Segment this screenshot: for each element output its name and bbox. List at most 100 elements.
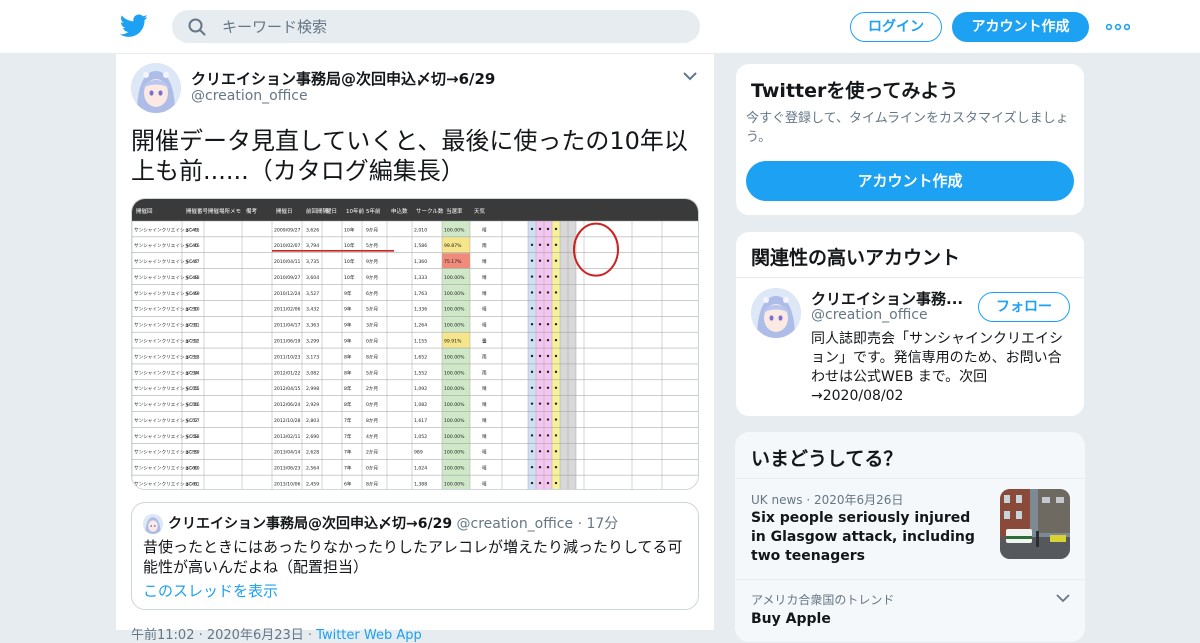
source-link[interactable]: Twitter Web App: [316, 628, 422, 643]
sheet-cell-rate: 100.00%: [444, 354, 465, 360]
hall-usage-dot: [546, 227, 550, 231]
author-handle[interactable]: @creation_office: [191, 88, 308, 104]
hall-usage-dot: [538, 370, 542, 374]
author-avatar[interactable]: [131, 63, 181, 113]
hall-usage-dot: [538, 386, 542, 389]
hall-usage-dot: [554, 275, 558, 278]
sheet-cell-10y: 8年: [344, 369, 352, 376]
sheet-cell-interval: 3,794: [306, 243, 319, 249]
related-account-handle[interactable]: @creation_office: [811, 307, 928, 323]
sheet-cell-code: SC53: [186, 354, 198, 360]
sheet-cell-count: 1,360: [414, 259, 427, 265]
sheet-header-cell: サークル数: [416, 207, 444, 215]
sheet-cell-5y: 8か月: [366, 480, 378, 487]
chevron-down-icon[interactable]: [1056, 593, 1070, 603]
sheet-cell-code: SC57: [186, 418, 198, 424]
red-circle-annotation: [573, 222, 619, 277]
hall-usage-dot: [546, 275, 550, 278]
more-options-icon[interactable]: [1106, 22, 1130, 32]
signup-card-button[interactable]: アカウント作成: [746, 161, 1074, 201]
top-bar: ログイン アカウント作成: [0, 0, 1200, 54]
author-name[interactable]: クリエイション事務局@次回申込〆切→6/29: [191, 68, 495, 89]
timestamp-text: 午前11:02 · 2020年6月23日 ·: [131, 628, 317, 643]
sheet-cell-weather: 雨: [482, 354, 487, 360]
sheet-cell-10y: 10年: [344, 226, 355, 233]
hall-usage-dot: [554, 227, 558, 231]
search-input[interactable]: [222, 10, 682, 43]
sheet-cell-interval: 2,628: [306, 450, 319, 456]
news-trend-item[interactable]: UK news · 2020年6月26日 Six people seriousl…: [736, 479, 1084, 579]
sheet-cell-10y: 10年: [344, 242, 355, 249]
sheet-header-cell: 開催回: [136, 207, 153, 215]
sheet-cell-10y: 10年: [344, 274, 355, 281]
hall-usage-dot: [554, 338, 558, 342]
sheet-cell-10y: 7年: [344, 433, 352, 440]
sheet-cell-weather: 晴: [482, 480, 487, 487]
sheet-cell-interval: 2,690: [306, 434, 319, 440]
sheet-cell-date: 2010/09/27: [274, 275, 301, 281]
related-account-name[interactable]: クリエイション事務...: [811, 288, 963, 309]
hall-usage-dot: [530, 323, 534, 326]
sheet-header-cell: 申込数: [391, 207, 408, 215]
sheet-cell-weather: 雨: [482, 370, 487, 376]
hall-usage-dot: [546, 402, 550, 405]
sheet-cell-rate: 100.00%: [444, 227, 465, 233]
sheet-cell-interval: 3,363: [306, 323, 319, 329]
quoted-tweet[interactable]: クリエイション事務局@次回申込〆切→6/29 @creation_office …: [131, 502, 699, 610]
sheet-header-cell: 備考: [246, 207, 258, 215]
sheet-cell-5y: 2か月: [366, 449, 378, 456]
sheet-cell-date: 2012/10/28: [274, 418, 301, 424]
hall-usage-dot: [546, 370, 550, 374]
sheet-cell-weather: 晴: [482, 306, 487, 313]
hall-usage-dot: [554, 386, 558, 389]
twitter-bird-icon[interactable]: [120, 14, 148, 38]
tweet-column: クリエイション事務局@次回申込〆切→6/29 @creation_office …: [115, 54, 715, 643]
hall-usage-dot: [538, 227, 542, 231]
sheet-cell-count: 1,388: [414, 481, 427, 487]
follow-button[interactable]: フォロー: [978, 292, 1070, 322]
spreadsheet-screenshot: 開催回 開催番号 開催場所メモ 備考 開催日 前回間隔曜日 10年前 5年前 申込数 サークル数当…: [132, 199, 698, 489]
sheet-cell-date: 2011/06/19: [274, 339, 301, 345]
hall-usage-dot: [554, 402, 558, 405]
sheet-cell-count: 1,024: [414, 466, 427, 472]
quoted-author-name: クリエイション事務局@次回申込〆切→6/29: [168, 516, 453, 532]
sheet-cell-10y: 8年: [344, 353, 352, 360]
sheet-cell-rate: 100.00%: [444, 275, 465, 281]
divider: [736, 579, 1084, 580]
hall-usage-dot: [530, 243, 534, 247]
avatar-illustration: [143, 514, 163, 534]
sheet-cell-code: SC56: [186, 402, 198, 408]
sheet-cell-weather: 晴: [482, 385, 487, 392]
sheet-cell-5y: 9か月: [366, 258, 378, 265]
sheet-cell-date: 2013/10/06: [274, 481, 301, 487]
search-box[interactable]: [172, 10, 700, 43]
signup-button[interactable]: アカウント作成: [952, 12, 1089, 42]
hall-usage-dot: [530, 434, 534, 437]
related-account-avatar[interactable]: [751, 288, 801, 338]
sheet-cell-date: 2013/04/14: [274, 450, 301, 456]
chevron-down-icon[interactable]: [682, 70, 698, 82]
sheet-cell-code: SC48: [186, 275, 198, 281]
separator-dot: ·: [577, 516, 583, 532]
sheet-cell-interval: 3,299: [306, 339, 319, 345]
sheet-cell-code: SC60: [186, 466, 198, 472]
tweet-media-image[interactable]: 開催回 開催番号 開催場所メモ 備考 開催日 前回間隔 曜日 10年前 5年前 申込数 サークル数当…: [131, 198, 699, 490]
sheet-cell-code: SC49: [186, 291, 198, 297]
sheet-cell-5y: 5か月: [366, 242, 378, 249]
sheet-cell-rate: 100.00%: [444, 450, 465, 456]
sheet-cell-rate: 100.00%: [444, 481, 465, 487]
avatar-illustration: [751, 288, 801, 338]
sheet-cell-5y: 2か月: [366, 385, 378, 392]
sheet-cell-weather: 晴: [482, 401, 487, 408]
sheet-cell-interval: 3,604: [306, 275, 319, 281]
sheet-cell-weather: 晴: [482, 433, 487, 440]
hall-usage-dot: [538, 481, 542, 485]
login-button[interactable]: ログイン: [850, 12, 942, 42]
quoted-tweet-header: クリエイション事務局@次回申込〆切→6/29 @creation_office …: [168, 513, 618, 533]
hall-usage-dot: [530, 465, 534, 469]
sheet-cell-rate: 100.00%: [444, 291, 465, 297]
show-thread-link[interactable]: このスレッドを表示: [143, 580, 278, 601]
sheet-cell-interval: 3,082: [306, 370, 319, 376]
trend-name[interactable]: Buy Apple: [751, 611, 831, 627]
sheet-cell-date: 2010/12/24: [274, 291, 301, 297]
